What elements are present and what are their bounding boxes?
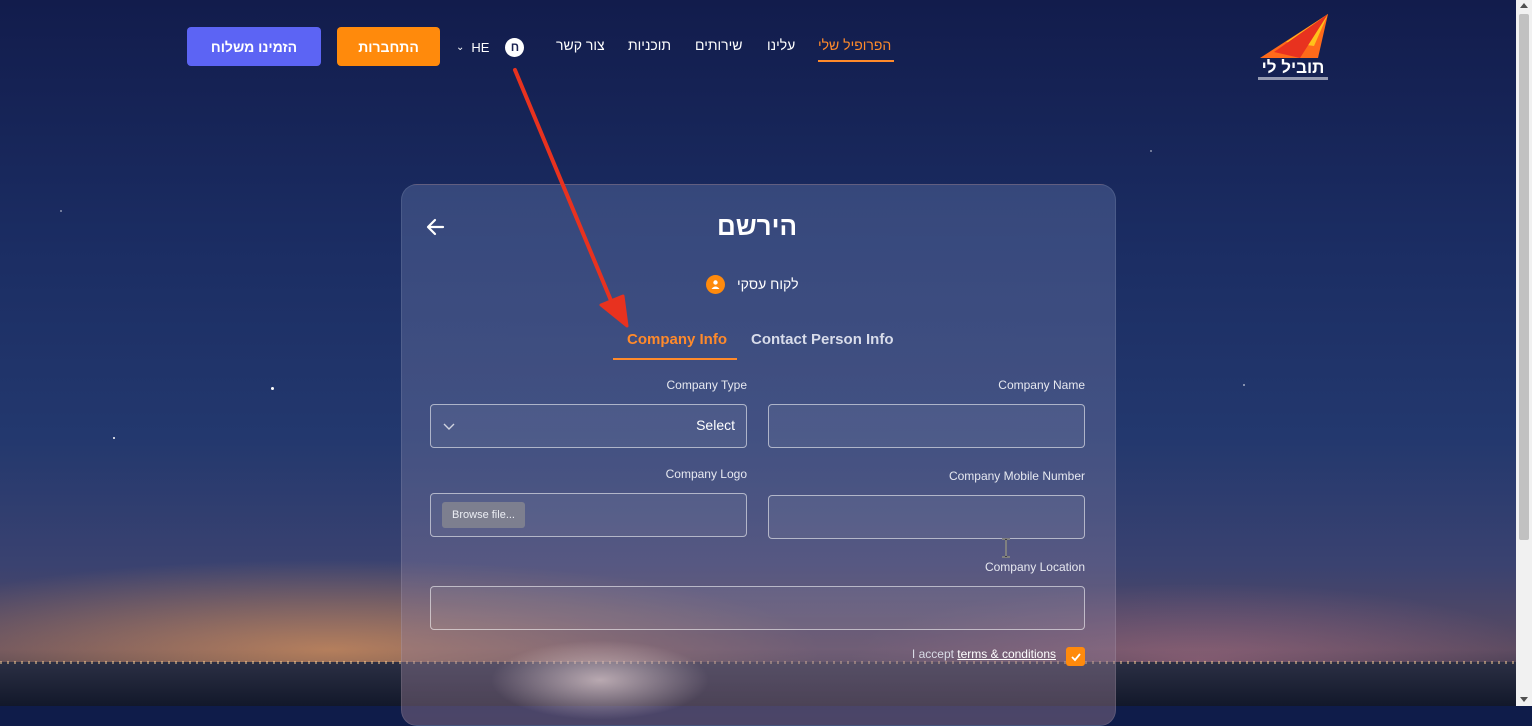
star bbox=[271, 387, 274, 390]
page-title: הירשם bbox=[716, 211, 798, 241]
browse-file-button[interactable]: Browse file... bbox=[442, 502, 525, 528]
login-button[interactable]: התחברות bbox=[337, 27, 440, 66]
tab-company-info[interactable]: Company Info bbox=[627, 331, 727, 348]
brand-logo-text: תוביל לי bbox=[1261, 58, 1325, 77]
client-type-indicator: לקוח עסקי bbox=[706, 272, 799, 296]
terms-link[interactable]: terms & conditions bbox=[957, 647, 1056, 661]
company-mobile-input[interactable] bbox=[768, 495, 1085, 539]
back-arrow-icon[interactable] bbox=[425, 216, 447, 238]
nav-my-profile[interactable]: הפרופיל שלי bbox=[818, 37, 891, 53]
company-logo-label: Company Logo bbox=[665, 467, 747, 481]
star bbox=[113, 437, 115, 439]
company-mobile-label: Company Mobile Number bbox=[948, 469, 1085, 483]
language-selector[interactable]: ⌄ HE ח bbox=[456, 37, 525, 57]
chevron-down-icon bbox=[443, 423, 455, 430]
company-logo-file-input[interactable]: Browse file... bbox=[430, 493, 747, 537]
tab-active-underline bbox=[613, 358, 737, 360]
company-type-select[interactable]: Select bbox=[430, 404, 747, 448]
business-client-icon bbox=[706, 274, 725, 294]
language-code: HE bbox=[471, 39, 490, 55]
text-cursor-icon bbox=[1002, 538, 1010, 558]
star bbox=[1150, 150, 1152, 152]
tab-contact-person-info[interactable]: Contact Person Info bbox=[751, 331, 894, 348]
client-type-label: לקוח עסקי bbox=[737, 276, 799, 292]
order-delivery-button[interactable]: הזמינו משלוח bbox=[187, 27, 321, 66]
vertical-scrollbar[interactable] bbox=[1516, 0, 1532, 706]
card-glow bbox=[490, 640, 710, 720]
nav-plans[interactable]: תוכניות bbox=[628, 37, 671, 53]
scrollbar-thumb[interactable] bbox=[1519, 14, 1529, 540]
company-location-input[interactable] bbox=[430, 586, 1085, 630]
nav-active-underline bbox=[818, 60, 894, 62]
hebrew-flag-icon: ח bbox=[505, 37, 525, 57]
company-type-label: Company Type bbox=[666, 378, 748, 392]
nav-about[interactable]: עלינו bbox=[767, 37, 795, 53]
star bbox=[60, 210, 62, 212]
star bbox=[1243, 384, 1245, 386]
terms-prefix: I accept bbox=[911, 647, 958, 661]
company-name-label: Company Name bbox=[998, 378, 1085, 392]
checkmark-icon bbox=[1070, 652, 1081, 661]
company-type-value: Select bbox=[696, 417, 735, 433]
nav-services[interactable]: שירותים bbox=[695, 37, 743, 53]
company-location-label: Company Location bbox=[984, 560, 1085, 574]
terms-text: I accept terms & conditions bbox=[870, 647, 1056, 661]
registration-card bbox=[401, 184, 1116, 726]
scroll-up-icon[interactable] bbox=[1520, 3, 1528, 8]
scroll-down-icon[interactable] bbox=[1520, 697, 1528, 702]
nav-contact[interactable]: צור קשר bbox=[556, 37, 605, 53]
brand-logo-tagline bbox=[1258, 77, 1328, 80]
company-name-input[interactable] bbox=[768, 404, 1085, 448]
chevron-down-icon: ⌄ bbox=[456, 41, 465, 53]
accept-terms-checkbox[interactable] bbox=[1066, 647, 1085, 666]
